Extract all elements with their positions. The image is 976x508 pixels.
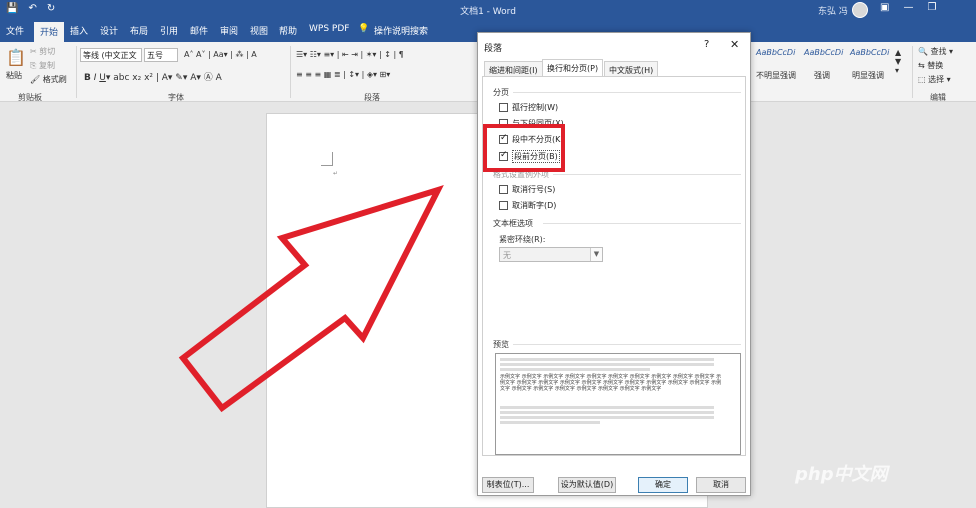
cancel-button[interactable]: 取消 (696, 477, 746, 493)
preview-sample-word: 示例文字 (511, 386, 532, 392)
tight-wrap-select[interactable]: 无 ▼ (499, 247, 603, 262)
preview-box: 示例文字 示例文字 示例文字 示例文字 示例文字 示例文字 示例文字 示例文字 … (495, 353, 741, 455)
textbox-options-heading: 文本框选项 (493, 219, 533, 228)
preview-previous-paragraph (500, 358, 714, 361)
paragraph-dialog: 段落 ? ✕ 缩进和间距(I) 换行和分页(P) 中文版式(H) 分页 孤行控制… (477, 32, 751, 496)
watermark: php中文网 (795, 464, 888, 485)
close-icon[interactable]: ✕ (730, 38, 739, 51)
divider (543, 223, 741, 224)
annotation-highlight-box (483, 124, 565, 172)
help-button[interactable]: ? (704, 39, 709, 50)
tab-line-page-breaks[interactable]: 换行和分页(P) (542, 59, 604, 77)
preview-sample-word: 示例文字 (689, 380, 710, 386)
preview-heading: 预览 (493, 340, 509, 349)
tab-asian-typography[interactable]: 中文版式(H) (604, 61, 659, 77)
widow-control-label: 孤行控制(W) (512, 103, 559, 112)
preview-sample-word: 示例文字 (576, 386, 597, 392)
dialog-title: 段落 (484, 44, 503, 54)
tight-wrap-label: 紧密环绕(R): (499, 235, 546, 244)
preview-sample-word: 示例文字 (619, 386, 640, 392)
widow-control-option[interactable]: 孤行控制(W) (499, 102, 558, 113)
preview-next-paragraph (500, 406, 714, 409)
preview-sample-word: 示例文字 (554, 386, 575, 392)
preview-sample-word: 示例文字 (598, 386, 619, 392)
dont-hyphenate-checkbox[interactable] (499, 201, 508, 210)
divider (513, 92, 741, 93)
tab-indents-spacing[interactable]: 缩进和间距(I) (484, 61, 543, 77)
preview-sample-word: 示例文字 (667, 380, 688, 386)
preview-previous-paragraph (500, 363, 714, 366)
set-default-button[interactable]: 设为默认值(D) (558, 477, 616, 493)
suppress-line-numbers-checkbox[interactable] (499, 185, 508, 194)
preview-previous-paragraph (500, 368, 650, 371)
divider (513, 344, 741, 345)
tabs-button[interactable]: 制表位(T)... (482, 477, 534, 493)
arrow-shape (178, 185, 444, 413)
preview-next-paragraph (500, 411, 714, 414)
divider (553, 174, 741, 175)
preview-sample-word: 示例文字 (533, 386, 554, 392)
suppress-line-numbers-label: 取消行号(S) (512, 185, 556, 194)
preview-sample-text: 示例文字 示例文字 示例文字 示例文字 示例文字 示例文字 示例文字 示例文字 … (500, 374, 724, 392)
dont-hyphenate-label: 取消断字(D) (512, 201, 557, 210)
tight-wrap-value: 无 (503, 251, 511, 260)
preview-next-paragraph (500, 416, 714, 419)
pagination-heading: 分页 (493, 88, 509, 97)
suppress-line-numbers-option[interactable]: 取消行号(S) (499, 184, 555, 195)
preview-sample-word: 示例文字 (641, 386, 662, 392)
chevron-down-icon[interactable]: ▼ (590, 248, 602, 261)
preview-next-paragraph (500, 421, 600, 424)
dont-hyphenate-option[interactable]: 取消断字(D) (499, 200, 556, 211)
widow-control-checkbox[interactable] (499, 103, 508, 112)
ok-button[interactable]: 确定 (638, 477, 688, 493)
